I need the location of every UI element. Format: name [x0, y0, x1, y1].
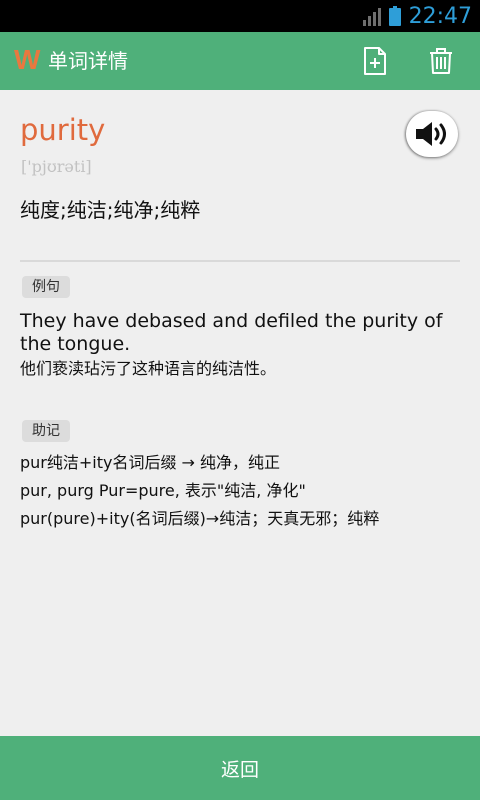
delete-button[interactable]	[424, 44, 458, 78]
add-to-wordbook-button[interactable]	[358, 44, 392, 78]
status-bar: 22:47	[0, 0, 480, 32]
pronounce-button[interactable]	[406, 111, 458, 157]
mnemonic-tag: 助记	[22, 420, 70, 442]
add-file-icon	[364, 47, 386, 75]
word-text: purity	[20, 113, 106, 147]
word-meaning: 纯度;纯洁;纯净;纯粹	[20, 198, 201, 222]
app-logo-icon: W	[14, 44, 41, 75]
mnemonic-line: pur纯洁+ity名词后缀 → 纯净，纯正	[20, 453, 281, 472]
example-tag: 例句	[22, 276, 70, 298]
word-phonetic: ['pjʊrəti]	[21, 157, 92, 176]
example-sentence-english: They have debased and defiled the purity…	[20, 310, 443, 355]
speaker-icon	[416, 122, 446, 146]
example-sentence-chinese: 他们亵渎玷污了这种语言的纯洁性。	[20, 359, 277, 378]
mnemonic-line: pur(pure)+ity(名词后缀)→纯洁；天真无邪；纯粹	[20, 509, 380, 528]
battery-icon	[388, 6, 401, 26]
section-divider	[20, 260, 460, 262]
status-clock: 22:47	[408, 3, 472, 29]
mnemonic-line: pur, purg Pur=pure, 表示"纯洁, 净化"	[20, 481, 306, 500]
trash-icon	[430, 48, 452, 74]
back-button-label: 返回	[220, 758, 259, 781]
app-bar: W 单词详情	[0, 32, 480, 90]
word-detail-content: purity ['pjʊrəti] 纯度;纯洁;纯净;纯粹 例句 They ha…	[0, 90, 480, 736]
page-title: 单词详情	[48, 49, 128, 73]
status-icons: 22:47	[362, 0, 472, 32]
back-button[interactable]: 返回	[0, 736, 480, 800]
signal-icon	[362, 6, 381, 26]
